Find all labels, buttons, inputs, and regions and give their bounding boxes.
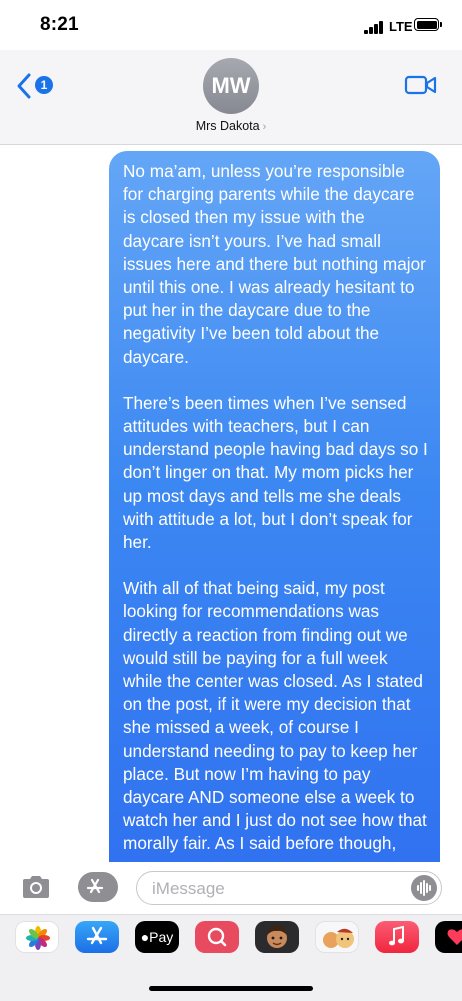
unread-count-badge: 1 bbox=[35, 76, 53, 94]
message-paragraph: With all of that being said, my post loo… bbox=[123, 578, 427, 854]
camera-icon bbox=[23, 876, 49, 898]
apple-pay-label: Pay bbox=[149, 929, 174, 945]
app-store-icon bbox=[86, 878, 104, 894]
audio-message-button[interactable] bbox=[411, 875, 437, 901]
video-call-button[interactable] bbox=[404, 74, 438, 96]
compose-bar: iMessage bbox=[0, 862, 462, 914]
message-input-placeholder: iMessage bbox=[152, 879, 225, 898]
music-note-glyph bbox=[389, 925, 404, 946]
app-store-glyph bbox=[86, 926, 108, 945]
network-type: LTE bbox=[389, 19, 413, 34]
app-store-button[interactable] bbox=[78, 872, 118, 902]
music-app-icon[interactable] bbox=[375, 921, 419, 953]
photos-petals bbox=[26, 926, 50, 950]
contact-name-button[interactable]: Mrs Dakota › bbox=[0, 119, 462, 133]
status-bar: 8:21 LTE bbox=[0, 0, 462, 50]
conversation-header: 1 MW Mrs Dakota › bbox=[0, 50, 462, 145]
status-time: 8:21 bbox=[40, 14, 79, 35]
chevron-right-icon: › bbox=[262, 121, 267, 133]
app-drawer: ●Pay bbox=[0, 914, 462, 1001]
contact-name: Mrs Dakota bbox=[195, 119, 260, 133]
magnifier-glyph bbox=[207, 927, 227, 947]
battery-icon bbox=[414, 18, 442, 31]
back-button[interactable]: 1 bbox=[16, 72, 60, 100]
app-store-app-icon[interactable] bbox=[75, 921, 119, 953]
apple-pay-app-icon[interactable]: ●Pay bbox=[135, 921, 179, 953]
memoji-app-icon[interactable] bbox=[255, 921, 299, 953]
video-camera-icon bbox=[404, 75, 437, 95]
search-images-app-icon[interactable] bbox=[195, 921, 239, 953]
audio-waveform-icon bbox=[417, 880, 431, 896]
heart-glyph bbox=[447, 929, 462, 945]
digital-touch-app-icon[interactable] bbox=[435, 921, 462, 953]
memoji-face bbox=[267, 925, 287, 948]
animoji-app-icon[interactable] bbox=[315, 921, 359, 953]
message-input[interactable]: iMessage bbox=[136, 871, 442, 905]
avatar[interactable]: MW bbox=[203, 58, 259, 114]
animoji-faces bbox=[323, 928, 354, 948]
message-paragraph: No ma’am, unless you’re responsible for … bbox=[123, 161, 426, 367]
home-indicator[interactable] bbox=[149, 986, 313, 991]
sent-message-bubble[interactable]: No ma’am, unless you’re responsible for … bbox=[109, 151, 440, 862]
message-thread[interactable]: No ma’am, unless you’re responsible for … bbox=[0, 145, 462, 862]
camera-button[interactable] bbox=[20, 874, 52, 900]
apple-logo-icon: ● bbox=[140, 929, 150, 945]
photos-app-icon[interactable] bbox=[15, 921, 59, 953]
back-chevron-icon bbox=[17, 73, 31, 99]
signal-strength-icon bbox=[364, 20, 386, 34]
message-paragraph: There’s been times when I’ve sensed atti… bbox=[123, 392, 428, 553]
